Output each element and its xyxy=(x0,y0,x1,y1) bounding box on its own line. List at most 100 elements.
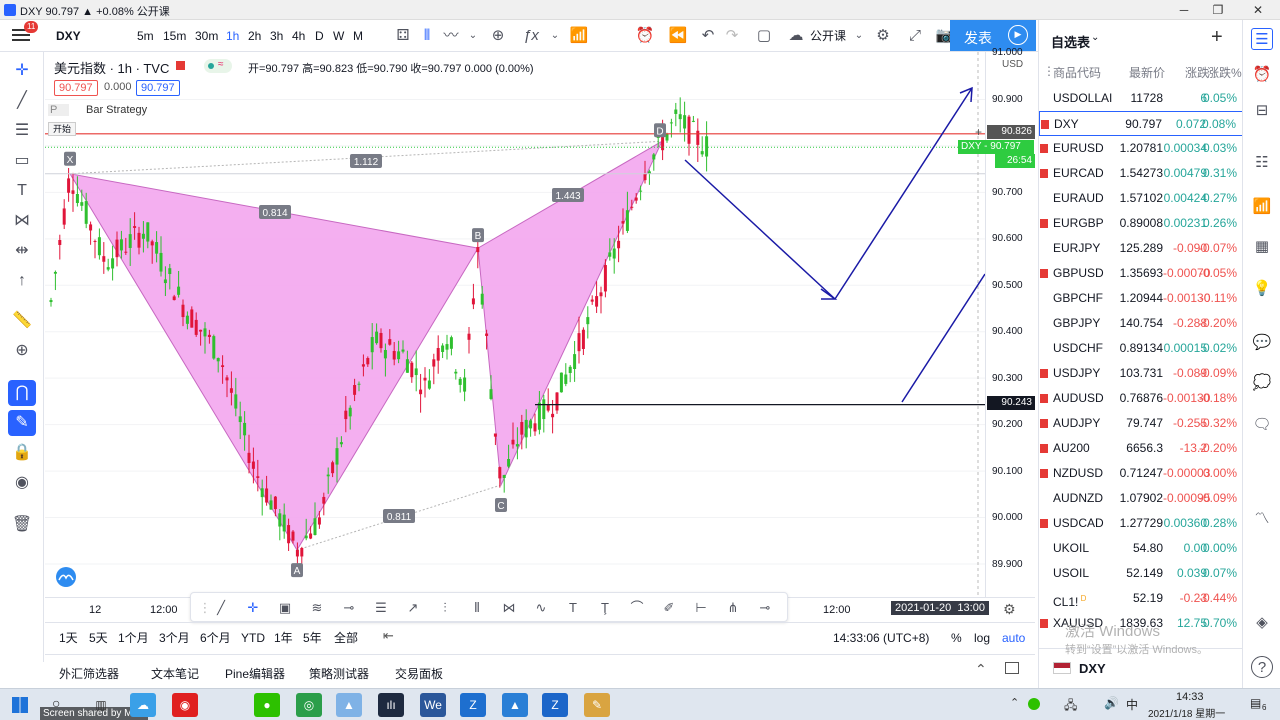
parallel-channel-icon[interactable]: ⫶ xyxy=(435,598,455,618)
data-window-icon[interactable]: ⊟ xyxy=(1251,100,1273,122)
watchlist-row[interactable]: USOIL 52.149 0.039 0.07% xyxy=(1039,561,1243,586)
compare-add-icon[interactable]: ⊕ xyxy=(487,25,509,47)
tab-strategy-tester[interactable]: 策略测试器 xyxy=(309,665,369,682)
tray-chevron-icon[interactable]: ⌃ xyxy=(1010,696,1019,709)
watchlist-row[interactable]: EURCAD 1.54273 0.00479 0.31% xyxy=(1039,161,1243,186)
fib-retracement-icon[interactable]: ☰ xyxy=(8,118,36,144)
candle-style-icon[interactable]: ⚃ xyxy=(392,25,414,47)
arrow-line-icon[interactable]: ↗ xyxy=(403,598,423,618)
lock-drawing-icon[interactable]: ✎ xyxy=(8,410,36,436)
calendar-icon[interactable]: ▦ xyxy=(1251,236,1273,258)
price-range-icon[interactable]: ⊢ xyxy=(691,598,711,618)
footer-symbol[interactable]: DXY xyxy=(1079,661,1106,676)
interval-30m[interactable]: 30m xyxy=(195,26,218,46)
ime-indicator[interactable]: 中 xyxy=(1126,696,1138,713)
ruler-icon[interactable]: 📏 xyxy=(8,308,36,334)
clock-display[interactable]: 14:33:06 (UTC+8) xyxy=(833,629,929,647)
watchlist-row[interactable]: USDOLLAI 11728 6 0.05% xyxy=(1039,86,1243,111)
tray-green-icon[interactable] xyxy=(1028,698,1040,710)
alerts-icon[interactable]: ⏰ xyxy=(1251,64,1273,86)
crosshair-icon[interactable]: ✛ xyxy=(243,598,263,618)
watchlist-row[interactable]: AU200 6656.3 -13.2 -0.20% xyxy=(1039,436,1243,461)
tray-network-icon[interactable]: 🖧 xyxy=(1064,696,1077,717)
interval-W[interactable]: W xyxy=(333,26,344,46)
bar-style-icon[interactable]: ⫴ xyxy=(416,25,438,47)
chart-trend-icon[interactable]: 〽 xyxy=(1251,508,1273,530)
watchlist-row[interactable]: USDCHF 0.89134 0.00015 0.02% xyxy=(1039,336,1243,361)
axis-settings-icon[interactable]: ⚙ xyxy=(1003,601,1016,618)
log-scale-toggle[interactable]: log xyxy=(974,629,990,647)
help-icon[interactable]: ? xyxy=(1251,656,1273,678)
xabcd-pattern-icon[interactable]: ⋈ xyxy=(499,598,519,618)
start-button[interactable]: 开始 xyxy=(48,122,77,136)
interval-3h[interactable]: 3h xyxy=(270,26,283,46)
magnet-icon[interactable]: ⋂ xyxy=(8,380,36,406)
watchlist-row[interactable]: USDCAD 1.27729 0.00360 0.28% xyxy=(1039,511,1243,536)
symbol-search[interactable]: DXY xyxy=(56,26,81,46)
watchlist-row[interactable]: EURAUD 1.57102 0.00424 0.27% xyxy=(1039,186,1243,211)
streams-icon[interactable]: 💭 xyxy=(1251,372,1273,394)
goto-date-icon[interactable]: ⇤ xyxy=(383,628,394,644)
alert-icon[interactable]: ⏰ xyxy=(634,25,656,47)
interval-5m[interactable]: 5m xyxy=(137,26,154,46)
col-change[interactable]: 涨跌 xyxy=(1185,64,1209,81)
interval-D[interactable]: D xyxy=(315,26,324,46)
tab-pine-editor[interactable]: Pine编辑器 xyxy=(225,665,285,682)
watchlist-row[interactable]: DXY 90.797 0.072 0.08% xyxy=(1039,111,1243,136)
chevron-down-icon[interactable]: ⌄ xyxy=(848,25,870,47)
arrow-up-icon[interactable]: ↑ xyxy=(8,268,36,294)
watchlist-row[interactable]: NZDUSD 0.71247 -0.00003 0.00% xyxy=(1039,461,1243,486)
crosshair-icon[interactable]: ✛ xyxy=(8,58,36,84)
replay-icon[interactable]: ⏪ xyxy=(667,25,689,47)
rectangle-icon[interactable]: ▭ xyxy=(8,148,36,174)
interval-15m[interactable]: 15m xyxy=(163,26,186,46)
ideas-icon[interactable]: 💡 xyxy=(1251,278,1273,300)
fib-retracement-icon[interactable]: ☰ xyxy=(371,598,391,618)
range-button[interactable]: 3个月 xyxy=(159,629,190,647)
text-icon[interactable]: T xyxy=(8,178,36,204)
tab-forex-screener[interactable]: 外汇筛选器 xyxy=(59,665,119,682)
app-word-icon[interactable]: We xyxy=(420,693,446,717)
menu-button[interactable]: 11 xyxy=(12,21,39,44)
app-weather-icon[interactable]: ☁ xyxy=(130,693,156,717)
tab-text-notes[interactable]: 文本笔记 xyxy=(151,665,199,682)
watchlist-row[interactable]: EURUSD 1.20781 0.00034 0.03% xyxy=(1039,136,1243,161)
watchlist-row[interactable]: USDJPY 103.731 -0.089 -0.09% xyxy=(1039,361,1243,386)
app-wechat-icon[interactable]: ● xyxy=(254,693,280,717)
taskview-icon[interactable]: ▥ xyxy=(88,693,114,717)
brush-icon[interactable]: ⌒ xyxy=(627,598,647,618)
range-button[interactable]: 6个月 xyxy=(200,629,231,647)
range-button[interactable]: 全部 xyxy=(334,629,358,647)
col-symbol[interactable]: 商品代码 xyxy=(1053,64,1101,81)
range-button[interactable]: 1个月 xyxy=(118,629,149,647)
symbol-title[interactable]: 美元指数 · 1h · TVC xyxy=(54,58,169,77)
anchored-text-icon[interactable]: Ţ xyxy=(595,598,615,618)
news-icon[interactable]: ☷ xyxy=(1251,152,1273,174)
app-netease-icon[interactable]: ◉ xyxy=(172,693,198,717)
range-button[interactable]: 5天 xyxy=(89,629,108,647)
layers-icon[interactable]: ◈ xyxy=(1251,612,1273,634)
chat-icon[interactable]: 💬 xyxy=(1251,332,1273,354)
tray-date[interactable]: 2021/1/18 星期一 xyxy=(1148,705,1225,720)
chevron-down-icon[interactable]: ⌄ xyxy=(544,25,566,47)
chevron-down-icon[interactable]: ⌄ xyxy=(462,25,484,47)
text-icon[interactable]: T xyxy=(563,598,583,618)
app-chrome-icon[interactable]: ◎ xyxy=(296,693,322,717)
forecast-icon[interactable]: ⇹ xyxy=(8,238,36,264)
watchlist-row[interactable]: GBPUSD 1.35693 -0.00070 -0.05% xyxy=(1039,261,1243,286)
eye-icon[interactable]: ◉ xyxy=(8,470,36,496)
zoom-in-icon[interactable]: ⊕ xyxy=(8,338,36,364)
pattern-tool-icon[interactable]: ⋔ xyxy=(723,598,743,618)
pattern-icon[interactable]: ⋈ xyxy=(8,208,36,234)
interval-2h[interactable]: 2h xyxy=(248,26,261,46)
financials-icon[interactable]: 📶 xyxy=(568,25,590,47)
close-button[interactable]: ✕ xyxy=(1238,0,1278,20)
more-tools-icon[interactable]: ⊸ xyxy=(755,598,775,618)
range-button[interactable]: 1年 xyxy=(274,629,293,647)
watchlist-title[interactable]: 自选表 xyxy=(1051,32,1090,51)
app-paint-icon[interactable]: ✎ xyxy=(584,693,610,717)
watchlist-row[interactable]: EURJPY 125.289 -0.090 -0.07% xyxy=(1039,236,1243,261)
messages-icon[interactable]: 🗨 xyxy=(1251,414,1273,436)
horizontal-ray-icon[interactable]: ⊸ xyxy=(339,598,359,618)
notification-center-icon[interactable]: ▤ xyxy=(1250,696,1261,710)
